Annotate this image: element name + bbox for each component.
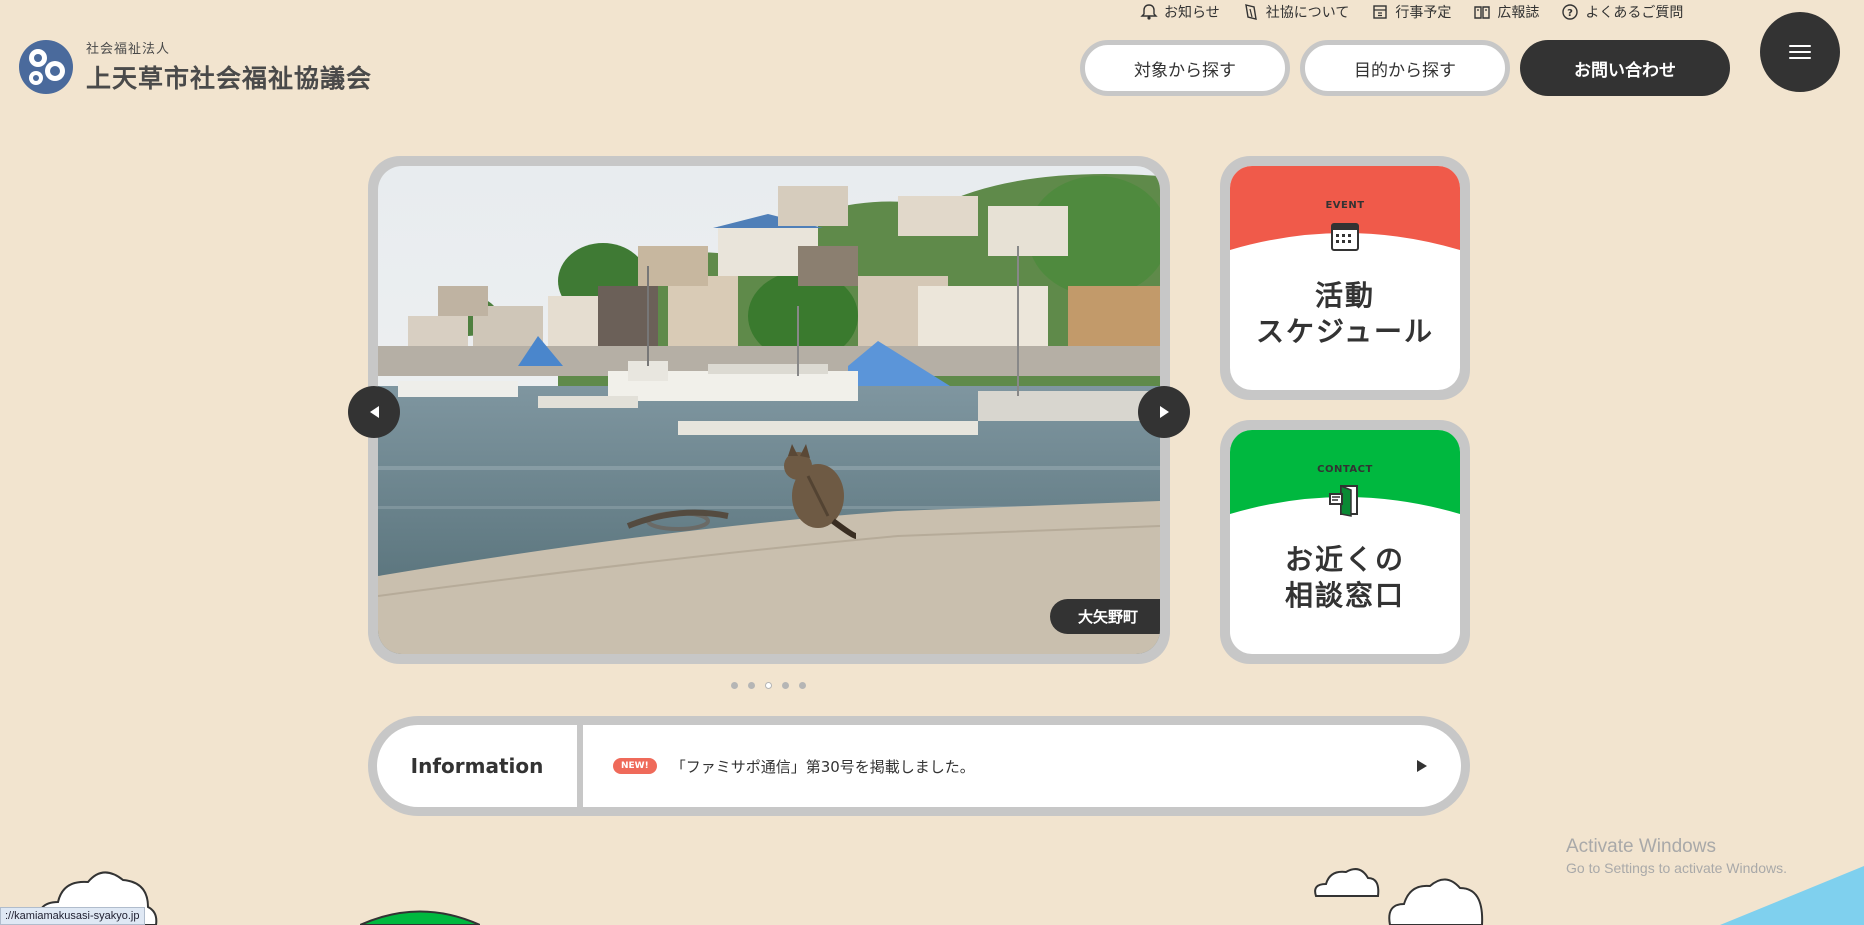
site-logo[interactable]: 社会福祉法人 上天草市社会福祉協議会 xyxy=(18,38,372,95)
new-badge: NEW! xyxy=(613,758,657,774)
arrow-left-icon xyxy=(369,406,379,418)
contact-button[interactable]: お問い合わせ xyxy=(1520,40,1730,96)
activate-windows-watermark: Activate Windows Go to Settings to activ… xyxy=(1566,836,1787,876)
svg-text:?: ? xyxy=(1567,8,1573,19)
topnav-magazine[interactable]: 広報誌 xyxy=(1473,2,1539,22)
consultation-card[interactable]: CONTACT お近くの 相談窓口 xyxy=(1220,420,1470,664)
logo-mark-icon xyxy=(19,39,73,94)
book-icon xyxy=(1474,6,1491,19)
topnav-magazine-label: 広報誌 xyxy=(1497,5,1540,21)
leaf-icon xyxy=(1244,4,1257,20)
slider-dots xyxy=(731,682,806,689)
slider-dot-active[interactable] xyxy=(765,682,772,689)
topnav-schedule-label: 行事予定 xyxy=(1395,5,1452,21)
hamburger-icon xyxy=(1789,45,1811,59)
topnav-faq-label: よくあるご質問 xyxy=(1585,5,1684,21)
logo-subtitle: 社会福祉法人 xyxy=(86,42,171,57)
watermark-line2: Go to Settings to activate Windows. xyxy=(1566,860,1787,876)
topnav-news-label: お知らせ xyxy=(1164,5,1220,21)
hero-slider: 大矢野町 xyxy=(368,156,1170,664)
event-card-label: EVENT xyxy=(1325,200,1365,211)
topnav-news[interactable]: お知らせ xyxy=(1140,2,1220,22)
slider-dot[interactable] xyxy=(799,682,806,689)
slider-dot[interactable] xyxy=(782,682,789,689)
calendar-icon xyxy=(1373,5,1388,19)
question-icon: ? xyxy=(1562,4,1579,20)
contact-card-title: お近くの 相談窓口 xyxy=(1230,542,1460,614)
door-icon xyxy=(1329,484,1358,517)
logo-title: 上天草市社会福祉協議会 xyxy=(86,64,373,93)
contact-card-label: CONTACT xyxy=(1317,464,1373,475)
status-bar-url: ://kamiamakusasi-syakyo.jp xyxy=(0,907,145,925)
cloud-icon xyxy=(1314,868,1380,897)
slider-next-button[interactable] xyxy=(1138,386,1190,438)
play-arrow-icon[interactable] xyxy=(1417,760,1427,772)
information-heading: Information xyxy=(410,754,544,778)
green-hill-shape xyxy=(360,910,480,925)
calendar-icon xyxy=(1331,223,1359,251)
information-divider xyxy=(577,725,583,807)
event-card-title: 活動 スケジュール xyxy=(1230,278,1460,350)
search-by-purpose-button[interactable]: 目的から探す xyxy=(1300,40,1510,96)
harbor-photo xyxy=(378,166,1160,654)
contact-card-title-line2: 相談窓口 xyxy=(1284,579,1405,612)
arrow-right-icon xyxy=(1159,406,1169,418)
bell-icon xyxy=(1140,4,1158,20)
event-card-title-line2: スケジュール xyxy=(1255,315,1435,348)
cloud-icon xyxy=(1388,878,1484,925)
topnav-schedule[interactable]: 行事予定 xyxy=(1371,2,1451,22)
topnav-about[interactable]: 社協について xyxy=(1242,2,1350,22)
topnav-faq[interactable]: ? よくあるご質問 xyxy=(1561,2,1683,22)
contact-card-title-line1: お近くの xyxy=(1284,543,1405,576)
slider-dot[interactable] xyxy=(731,682,738,689)
slide-caption: 大矢野町 xyxy=(1049,599,1160,634)
information-bar: Information NEW! 「ファミサポ通信」第30号を掲載しました。 xyxy=(368,716,1470,816)
slider-dot[interactable] xyxy=(748,682,755,689)
event-schedule-card[interactable]: EVENT 活動 スケジュール xyxy=(1220,156,1470,400)
slider-prev-button[interactable] xyxy=(348,386,400,438)
event-card-title-line1: 活動 xyxy=(1314,279,1375,312)
top-nav: お知らせ 社協について 行事予定 広報誌 ? よくあるご質問 xyxy=(1140,2,1683,22)
information-link[interactable]: 「ファミサポ通信」第30号を掲載しました。 xyxy=(671,756,975,777)
slide-image: 大矢野町 xyxy=(378,166,1160,654)
watermark-line1: Activate Windows xyxy=(1566,836,1716,857)
topnav-about-label: 社協について xyxy=(1265,5,1350,21)
search-by-target-button[interactable]: 対象から探す xyxy=(1080,40,1290,96)
menu-button[interactable] xyxy=(1760,12,1840,92)
